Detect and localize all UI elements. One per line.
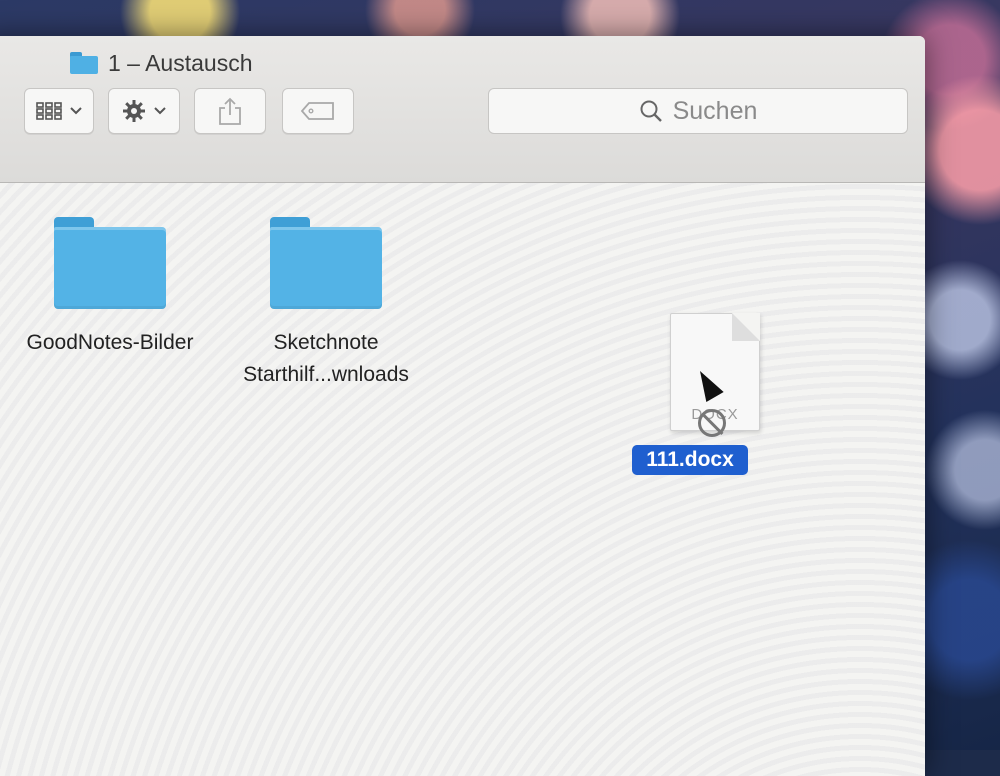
view-options-button[interactable] (24, 88, 94, 134)
file-item-111-docx[interactable]: DOCX 111.docx (632, 313, 772, 493)
action-menu-button[interactable] (108, 88, 180, 134)
folder-icon (54, 217, 166, 309)
gear-icon (123, 100, 145, 122)
window-title-text: 1 – Austausch (108, 49, 253, 76)
grid-view-icon (36, 102, 62, 120)
folder-icon (70, 52, 98, 74)
search-placeholder: Suchen (672, 96, 758, 125)
window-title: 1 – Austausch (70, 48, 253, 78)
search-icon (640, 100, 662, 122)
tag-button[interactable] (282, 88, 354, 134)
not-allowed-icon (698, 409, 726, 437)
file-name-selected: 111.docx (632, 445, 748, 475)
tag-icon (301, 102, 334, 120)
share-button[interactable] (194, 88, 266, 134)
finder-window: 1 – Austausch Suchen GoodNotes-Bilder Sk… (0, 36, 925, 776)
chevron-down-icon (70, 107, 82, 115)
file-grid: GoodNotes-Bilder Sketchnote Starthilf...… (0, 183, 925, 776)
share-icon (219, 97, 241, 125)
chevron-down-icon (154, 107, 166, 115)
folder-name-line2: Starthilf...wnloads (243, 363, 409, 386)
search-field[interactable]: Suchen (488, 88, 908, 134)
window-toolbar: 1 – Austausch Suchen (0, 36, 925, 183)
folder-item-sketchnote[interactable]: Sketchnote Starthilf...wnloads (216, 217, 436, 391)
folder-item-goodnotes[interactable]: GoodNotes-Bilder (10, 217, 210, 359)
folder-icon (270, 217, 382, 309)
folder-name-line1: Sketchnote (273, 331, 379, 354)
folder-name: GoodNotes-Bilder (26, 331, 194, 354)
